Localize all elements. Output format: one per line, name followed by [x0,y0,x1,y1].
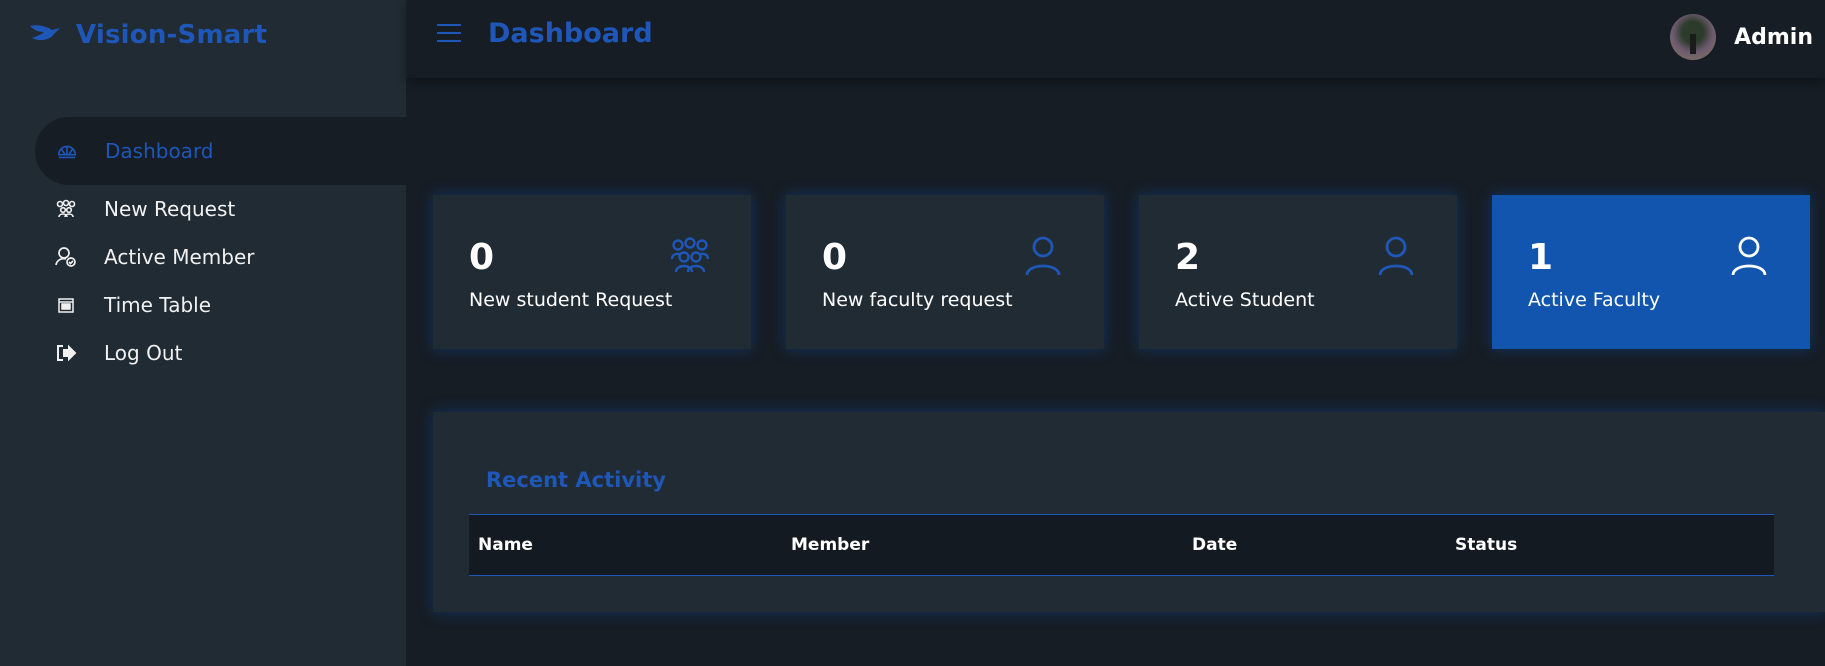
calendar-icon [54,293,78,317]
sidebar: Vision-Smart Dashboard New Request Activ… [0,0,406,666]
user-check-icon [54,245,78,269]
stat-card-new-student-request[interactable]: 0 New student Request [433,195,751,349]
recent-activity-panel: Recent Activity Name Member Date Status [433,412,1825,612]
avatar[interactable] [1670,14,1717,60]
brand-name: Vision-Smart [76,19,268,50]
stat-label: Active Student [1175,289,1315,311]
user-name[interactable]: Admin [1734,25,1813,50]
users-icon [667,235,713,277]
sidebar-item-log-out[interactable]: Log Out [0,329,406,377]
sidebar-item-new-request[interactable]: New Request [0,185,406,233]
column-header-name[interactable]: Name [478,535,533,555]
user-icon [1373,235,1419,277]
column-header-date[interactable]: Date [1192,535,1237,555]
sidebar-item-label: Log Out [104,341,183,365]
sidebar-item-time-table[interactable]: Time Table [0,281,406,329]
hamburger-menu-icon[interactable] [436,22,462,44]
recent-activity-table: Name Member Date Status [469,514,1774,576]
stat-label: New student Request [469,289,673,311]
logout-icon [54,341,78,365]
user-menu[interactable]: Admin [1670,14,1813,60]
stat-label: New faculty request [822,289,1013,311]
sidebar-item-label: Dashboard [105,139,214,163]
column-header-status[interactable]: Status [1455,535,1517,555]
sidebar-item-active-member[interactable]: Active Member [0,233,406,281]
recent-activity-title: Recent Activity [486,468,666,492]
sidebar-item-label: Active Member [104,245,255,269]
stat-card-active-student[interactable]: 2 Active Student [1139,195,1457,349]
stat-value: 2 [1175,237,1201,278]
sidebar-nav: Dashboard New Request Active Member Time… [0,117,406,377]
page-title: Dashboard [488,18,653,49]
users-icon [54,197,78,221]
stat-value: 0 [822,237,848,278]
stat-value: 0 [469,237,495,278]
brand[interactable]: Vision-Smart [28,18,267,51]
dashboard-icon [55,139,79,163]
user-icon [1020,235,1066,277]
user-icon [1726,235,1772,277]
bird-logo-icon [28,18,62,51]
sidebar-item-dashboard[interactable]: Dashboard [35,117,406,185]
stat-card-new-faculty-request[interactable]: 0 New faculty request [786,195,1104,349]
stat-value: 1 [1528,237,1554,278]
stat-card-active-faculty[interactable]: 1 Active Faculty [1492,195,1810,349]
topbar: Dashboard Admin [406,0,1825,78]
column-header-member[interactable]: Member [791,535,869,555]
stat-label: Active Faculty [1528,289,1661,311]
sidebar-item-label: Time Table [104,293,212,317]
sidebar-item-label: New Request [104,197,236,221]
